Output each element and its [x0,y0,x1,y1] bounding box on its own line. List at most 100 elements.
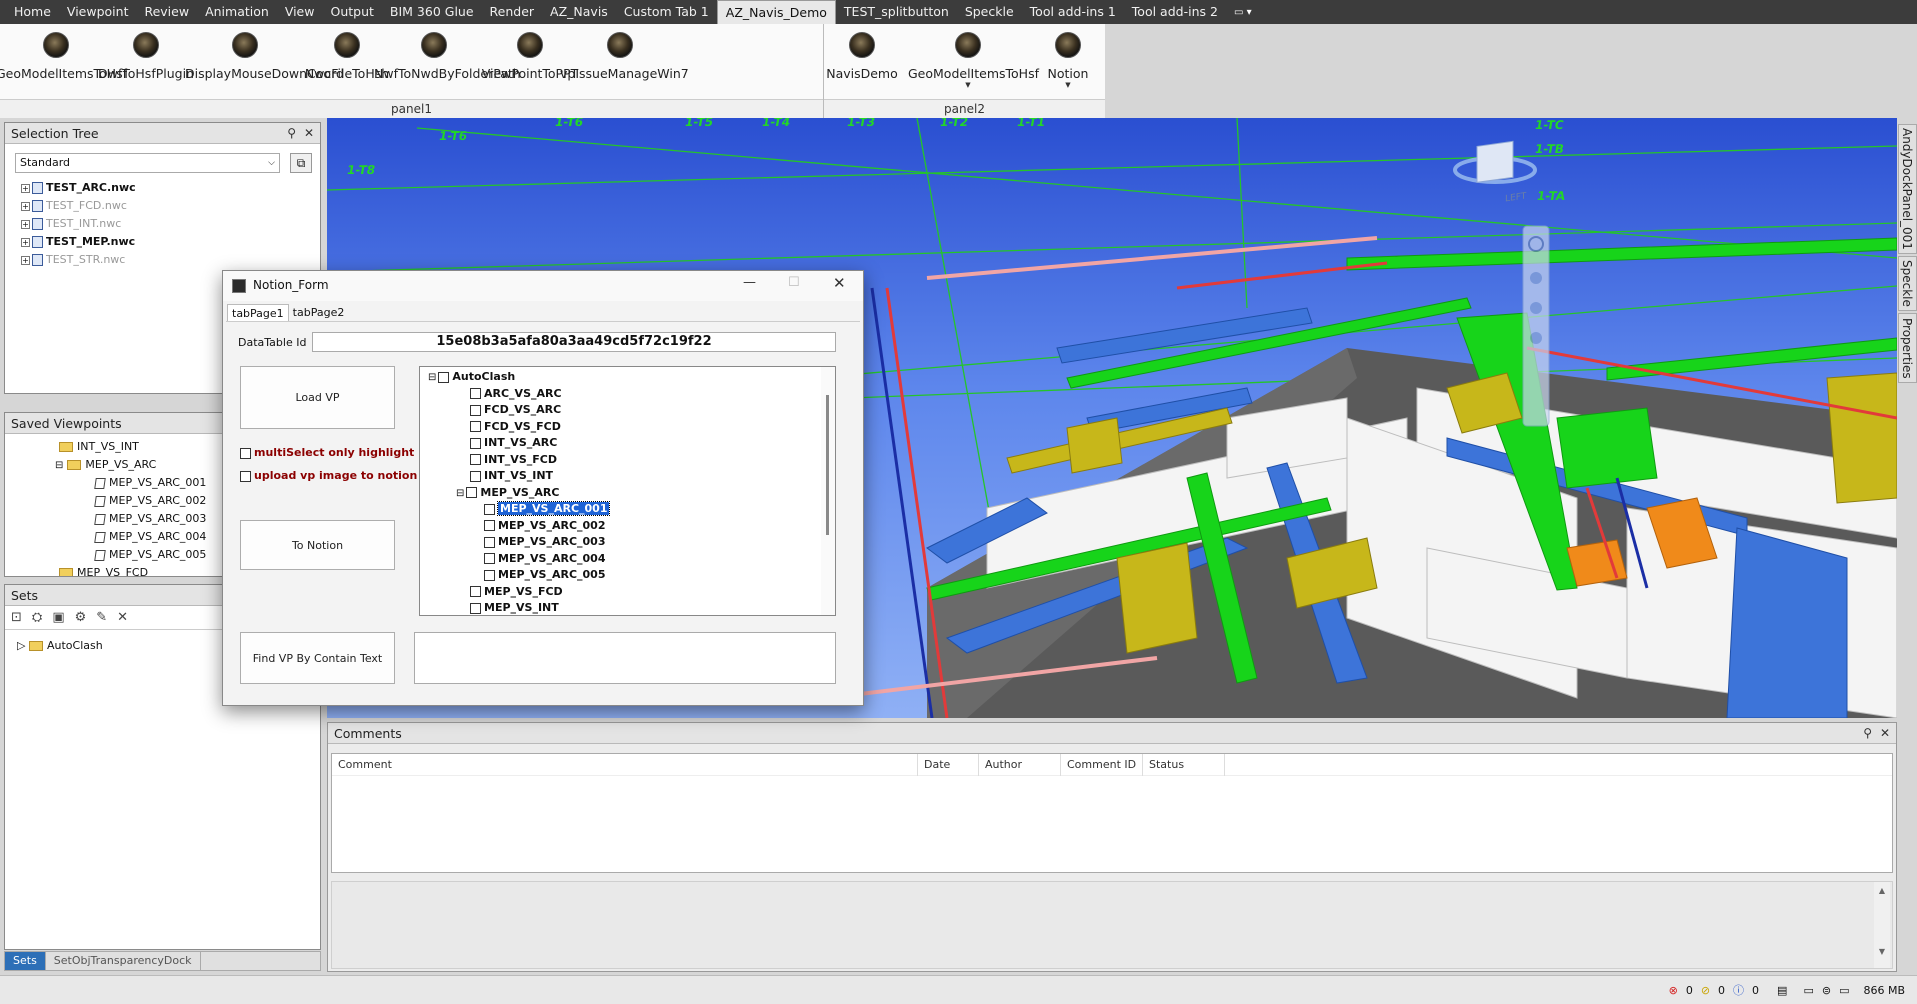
node-checkbox[interactable] [438,371,450,383]
clash-tree-node[interactable]: MEP_VS_ARC_004 [484,551,605,567]
upload-image-checkbox[interactable]: upload vp image to notion [240,469,417,482]
side-tab-andydockpanel[interactable]: AndyDockPanel_001 [1898,124,1917,254]
expand-icon[interactable]: + [21,201,30,211]
clash-tree-node[interactable]: MEP_VS_ARC_001 [484,501,611,517]
column-header-comment-id[interactable]: Comment ID [1061,754,1143,776]
clash-tree-node[interactable]: ⊟ AutoClash [428,369,515,385]
menu-az-navis[interactable]: AZ_Navis [542,0,616,24]
tab-tabpage1[interactable]: tabPage1 [227,304,289,322]
clash-tree-node[interactable]: MEP_VS_INT [470,600,559,615]
expand-icon[interactable]: + [21,183,30,193]
clash-tree-node[interactable]: INT_VS_FCD [470,452,557,468]
menu-render[interactable]: Render [482,0,543,24]
menu-view[interactable]: View [277,0,323,24]
viewpoint-row[interactable]: INT_VS_INT [15,438,206,456]
clash-tree-node[interactable]: MEP_VS_ARC_002 [484,518,605,534]
tree-file-row[interactable]: + TEST_MEP.nwc [21,233,136,251]
column-header-status[interactable]: Status [1143,754,1225,776]
tree-file-row[interactable]: + TEST_ARC.nwc [21,179,136,197]
viewpoint-row[interactable]: MEP_VS_ARC_001 [15,474,206,492]
ribbon-button-navisdemo[interactable]: NavisDemo [802,32,922,81]
minimize-icon[interactable]: — [743,275,756,290]
tree-file-row[interactable]: + TEST_STR.nwc [21,251,136,269]
column-header-date[interactable]: Date [918,754,979,776]
close-icon[interactable]: ✕ [833,274,846,292]
viewpoint-row[interactable]: MEP_VS_FCD [15,564,206,576]
clash-tree-node[interactable]: FCD_VS_FCD [470,419,561,435]
delete-icon[interactable]: ✕ [117,610,128,625]
node-checkbox[interactable] [470,586,481,597]
sheet-icon[interactable]: ▤ [1777,984,1787,997]
column-header-comment[interactable]: Comment [332,754,918,776]
tree-mode-dropdown[interactable]: Standard ⌵ [15,153,280,173]
clash-tree-view[interactable]: ⊟ AutoClash ARC_VS_ARC FCD_VS_ARC FCD_VS_FCD… [419,366,836,616]
menu-viewpoint[interactable]: Viewpoint [59,0,137,24]
save-selection-icon[interactable]: ⊡ [11,610,22,625]
menu-tool-add-ins-1[interactable]: Tool add-ins 1 [1022,0,1124,24]
node-checkbox[interactable] [470,404,481,416]
node-checkbox[interactable] [484,520,495,531]
viewpoint-row[interactable]: MEP_VS_ARC_005 [15,546,206,564]
find-text-input[interactable] [414,632,836,684]
navigation-bar[interactable] [1522,225,1550,427]
multiselect-checkbox[interactable]: multiSelect only highlight [240,446,414,459]
clash-tree-node[interactable]: MEP_VS_ARC_003 [484,534,605,550]
tree-file-row[interactable]: + TEST_INT.nwc [21,215,136,233]
info-icon[interactable]: ⓘ [1733,982,1744,998]
menu-bim-360-glue[interactable]: BIM 360 Glue [382,0,482,24]
tab-overflow-dropdown[interactable]: ▭ ▾ [1226,7,1260,18]
menu-speckle[interactable]: Speckle [957,0,1022,24]
node-checkbox[interactable] [470,470,481,482]
new-folder-icon[interactable]: ▣ [52,610,64,625]
collapse-icon[interactable]: ⊟ [55,460,63,471]
pin-icon[interactable]: ⚲ [287,123,296,144]
menu-tool-add-ins-2[interactable]: Tool add-ins 2 [1124,0,1226,24]
load-vp-button[interactable]: Load VP [240,366,395,429]
viewpoint-row[interactable]: MEP_VS_ARC_002 [15,492,206,510]
viewpoint-row[interactable]: MEP_VS_ARC_004 [15,528,206,546]
datatable-id-field[interactable]: 15e08b3a5afa80a3aa49cd5f72c19f22 [312,332,836,352]
node-checkbox[interactable] [470,421,481,432]
side-tab-speckle[interactable]: Speckle [1898,256,1917,311]
pin-icon[interactable]: ⚲ [1863,723,1872,744]
tree-scrollbar[interactable] [821,367,835,615]
comment-scrollbar[interactable]: ▲ ▼ [1874,882,1890,968]
duplicate-icon[interactable]: ⚙ [75,610,87,625]
to-notion-button[interactable]: To Notion [240,520,395,570]
warning-icon[interactable]: ⊘ [1701,984,1710,997]
collapse-icon[interactable]: ⊟ [428,372,436,383]
menu-output[interactable]: Output [322,0,381,24]
menu-custom-tab-1[interactable]: Custom Tab 1 [616,0,717,24]
node-checkbox[interactable] [470,454,481,465]
menu-review[interactable]: Review [136,0,197,24]
menu-az-navis-demo[interactable]: AZ_Navis_Demo [716,0,836,24]
node-checkbox[interactable] [484,536,495,548]
copy-icon[interactable]: ⧉ [290,153,312,173]
maximize-icon[interactable]: ☐ [788,275,800,290]
node-checkbox[interactable] [470,388,481,399]
tab-tabpage2[interactable]: tabPage2 [289,304,349,322]
clash-tree-node[interactable]: MEP_VS_ARC_005 [484,567,605,583]
collapse-icon[interactable]: ⊟ [456,488,464,499]
menu-test-splitbutton[interactable]: TEST_splitbutton [836,0,957,24]
node-checkbox[interactable] [470,437,481,449]
binoculars-icon[interactable]: ⛭ [32,610,42,625]
comment-icon[interactable]: ✎ [96,610,107,625]
comment-editor[interactable]: ▲ ▼ [331,881,1893,969]
menu-home[interactable]: Home [6,0,59,24]
clash-tree-node[interactable]: MEP_VS_FCD [470,584,563,600]
clash-tree-node[interactable]: INT_VS_ARC [470,435,557,451]
viewpoint-row[interactable]: MEP_VS_ARC_003 [15,510,206,528]
clash-tree-node[interactable]: INT_VS_INT [470,468,553,484]
close-icon[interactable]: ✕ [1880,723,1890,744]
viewcube[interactable] [1453,140,1537,184]
node-checkbox[interactable] [484,569,495,581]
column-header-author[interactable]: Author [979,754,1061,776]
clash-tree-node[interactable]: FCD_VS_ARC [470,402,561,418]
side-tab-properties[interactable]: Properties [1898,313,1917,383]
clash-tree-node[interactable]: ARC_VS_ARC [470,386,562,402]
expand-icon[interactable]: + [21,219,30,229]
viewpoint-row[interactable]: ⊟ MEP_VS_ARC [15,456,206,474]
expand-icon[interactable]: + [21,237,30,247]
tree-file-row[interactable]: + TEST_FCD.nwc [21,197,136,215]
